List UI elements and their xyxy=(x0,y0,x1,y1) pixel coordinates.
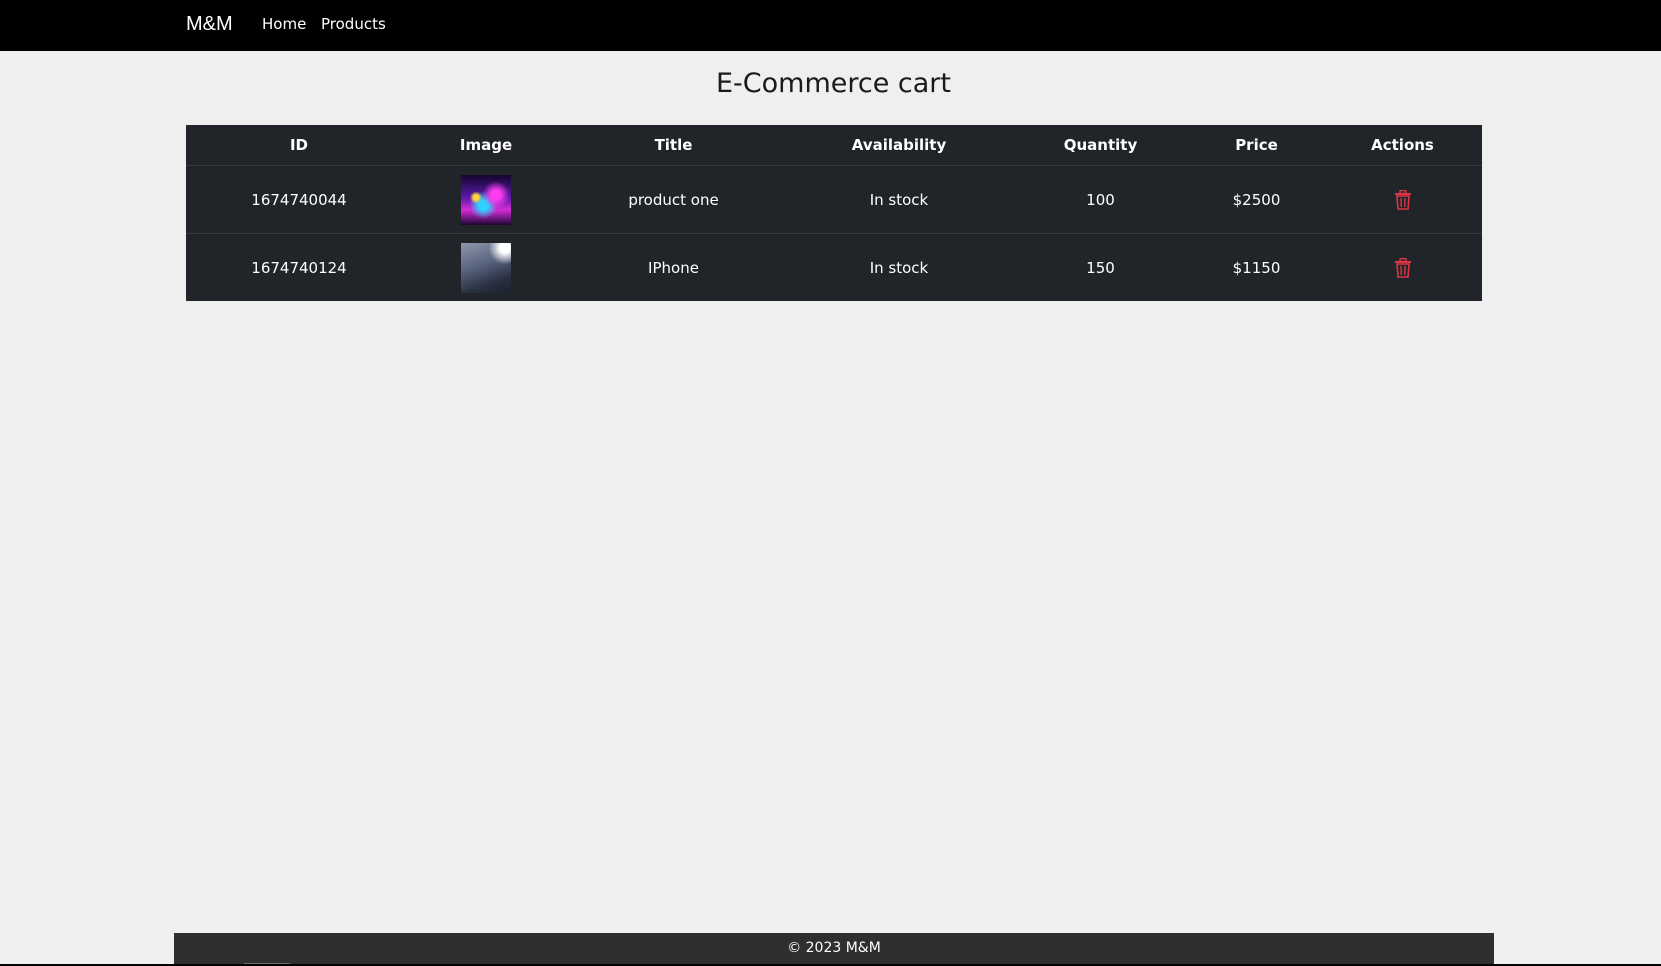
nav-link-home[interactable]: Home xyxy=(262,14,306,34)
cell-image xyxy=(412,234,560,302)
table-row: 1674740124 IPhone In stock 150 $1150 xyxy=(186,234,1482,302)
page-title: E-Commerce cart xyxy=(715,68,951,99)
header-quantity: Quantity xyxy=(1011,125,1190,166)
product-image xyxy=(461,242,511,293)
cell-actions xyxy=(1323,234,1482,302)
cell-availability: In stock xyxy=(869,258,929,277)
header-availability: Availability xyxy=(787,125,1011,166)
delete-button[interactable] xyxy=(1394,257,1412,278)
cart-table: ID Image Title Availability Quantity Pri… xyxy=(186,125,1482,301)
cell-actions xyxy=(1323,165,1482,234)
table-header-row: ID Image Title Availability Quantity Pri… xyxy=(186,125,1482,166)
header-title: Title xyxy=(560,125,787,166)
navbar: M&M Home Products xyxy=(0,0,1661,51)
cell-price: $2500 xyxy=(1190,165,1323,234)
cell-price: $1150 xyxy=(1232,258,1281,277)
trash-icon xyxy=(1394,189,1411,210)
cell-id: 1674740124 xyxy=(251,258,347,277)
cell-title: product one xyxy=(560,165,787,234)
nav-link-products[interactable]: Products xyxy=(321,14,386,34)
header-price: Price xyxy=(1190,125,1323,166)
header-image: Image xyxy=(412,125,560,166)
header-id: ID xyxy=(186,125,412,166)
cell-title: IPhone xyxy=(648,258,699,277)
cell-quantity: 100 xyxy=(1011,165,1190,234)
cell-quantity: 150 xyxy=(1086,258,1115,277)
brand-logo[interactable]: M&M xyxy=(186,12,233,36)
footer: © 2023 M&M xyxy=(174,933,1494,966)
table-row: 1674740044 product one In stock 100 $250… xyxy=(186,165,1482,234)
trash-icon xyxy=(1394,257,1411,278)
footer-copyright: © 2023 M&M xyxy=(787,940,881,956)
cell-image xyxy=(412,165,560,234)
header-actions: Actions xyxy=(1323,125,1482,166)
delete-button[interactable] xyxy=(1394,189,1412,210)
product-image xyxy=(461,174,511,225)
cell-availability: In stock xyxy=(787,165,1011,234)
cell-id: 1674740044 xyxy=(186,165,412,234)
